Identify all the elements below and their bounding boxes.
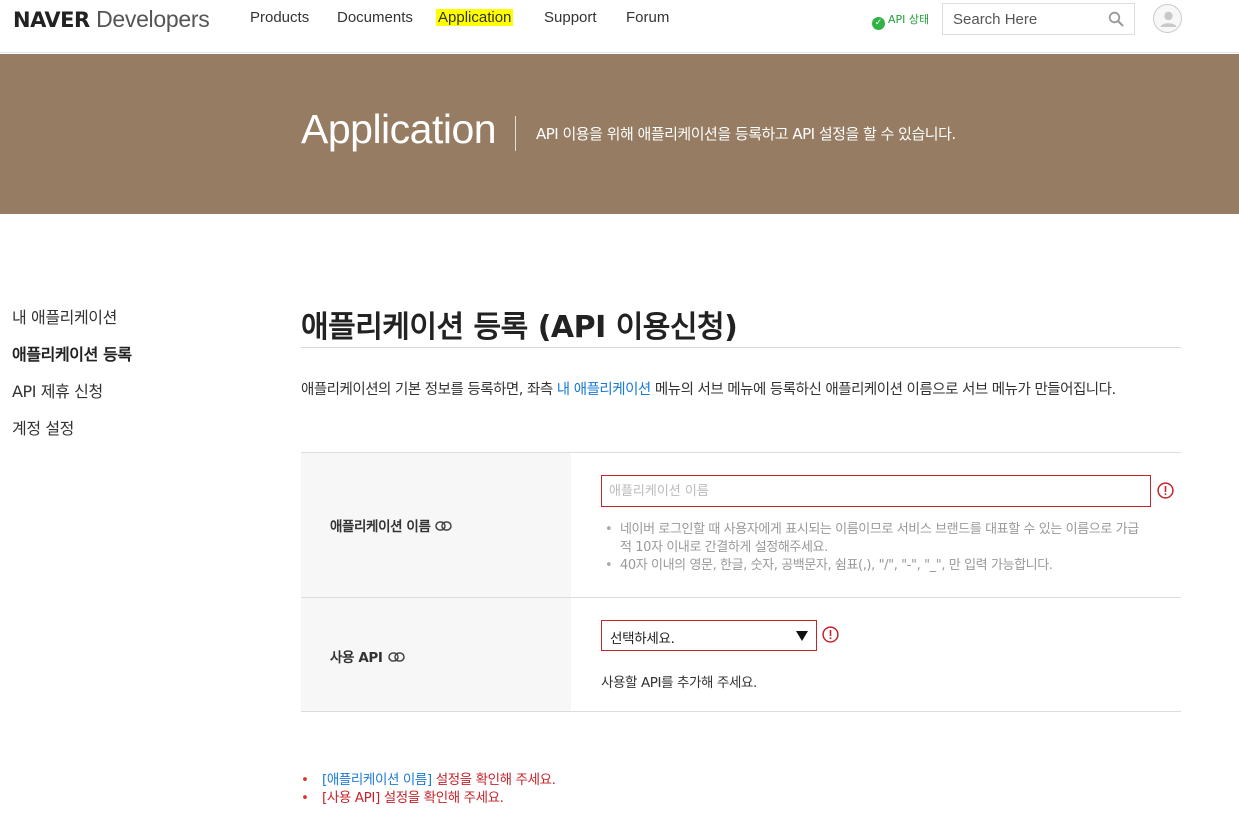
form-label-cell: 사용 API	[301, 598, 571, 711]
app-name-help-list: 네이버 로그인할 때 사용자에게 표시되는 이름이므로 서비스 브랜드를 대표할…	[605, 521, 1150, 575]
dropdown-arrow-icon	[796, 631, 808, 641]
error-icon	[822, 626, 839, 643]
form-row-app-name: 애플리케이션 이름 네이버 로그인할 때 사용자에게 표시되는 이름이므로 서비…	[301, 453, 1181, 598]
validation-error-item: [애플리케이션 이름] 설정을 확인해 주세요.	[301, 771, 556, 789]
error-field-use-api[interactable]: [사용 API]	[322, 790, 380, 806]
banner-title: Application	[301, 106, 497, 152]
form-row-use-api: 사용 API 선택하세요. 사용할 API를 추가해 주세요.	[301, 598, 1181, 712]
intro-after: 메뉴의 서브 메뉴에 등록하신 애플리케이션 이름으로 서브 메뉴가 만들어집니…	[650, 382, 1116, 398]
validation-error-list: [애플리케이션 이름] 설정을 확인해 주세요. [사용 API] 설정을 확인…	[301, 771, 556, 807]
use-api-label-text: 사용 API	[330, 650, 383, 666]
nav-forum[interactable]: Forum	[626, 9, 669, 26]
sidebar-item-account-settings[interactable]: 계정 설정	[12, 417, 132, 454]
app-name-label: 애플리케이션 이름	[330, 515, 453, 535]
app-name-input[interactable]	[601, 475, 1151, 507]
nav-support[interactable]: Support	[544, 9, 597, 26]
intro-before: 애플리케이션의 기본 정보를 등록하면, 좌측	[301, 382, 557, 398]
banner-divider	[515, 116, 516, 151]
banner-description: API 이용을 위해 애플리케이션을 등록하고 API 설정을 할 수 있습니다…	[536, 125, 956, 143]
form-label-cell: 애플리케이션 이름	[301, 453, 571, 597]
sidebar-item-my-applications[interactable]: 내 애플리케이션	[12, 306, 132, 343]
sidebar-item-register-application[interactable]: 애플리케이션 등록	[12, 343, 132, 380]
api-select-dropdown[interactable]: 선택하세요.	[601, 620, 817, 651]
naver-developers-logo[interactable]: NAVER Developers	[13, 6, 210, 33]
nav-documents[interactable]: Documents	[337, 9, 413, 26]
help-item: 40자 이내의 영문, 한글, 숫자, 공백문자, 쉼표(,), "/", "-…	[605, 557, 1150, 575]
page-title: 애플리케이션 등록 (API 이용신청)	[301, 310, 738, 345]
nav-application[interactable]: Application	[436, 9, 514, 26]
error-icon	[1157, 482, 1174, 499]
error-message: 설정을 확인해 주세요.	[431, 772, 556, 788]
logo-bold-text: NAVER	[13, 8, 90, 32]
app-name-label-text: 애플리케이션 이름	[330, 519, 431, 535]
user-avatar[interactable]	[1153, 4, 1182, 33]
page-banner: Application API 이용을 위해 애플리케이션을 등록하고 API …	[0, 54, 1239, 214]
side-menu: 내 애플리케이션 애플리케이션 등록 API 제휴 신청 계정 설정	[12, 306, 132, 454]
title-divider	[301, 347, 1181, 348]
logo-light-text: Developers	[96, 6, 210, 32]
use-api-label: 사용 API	[330, 646, 405, 666]
registration-form: 애플리케이션 이름 네이버 로그인할 때 사용자에게 표시되는 이름이므로 서비…	[301, 452, 1181, 712]
help-item: 네이버 로그인할 때 사용자에게 표시되는 이름이므로 서비스 브랜드를 대표할…	[605, 521, 1150, 557]
user-icon	[1160, 11, 1177, 27]
my-applications-link[interactable]: 내 애플리케이션	[557, 382, 652, 398]
api-status-label: API 상태	[888, 13, 930, 26]
api-hint-text: 사용할 API를 추가해 주세요.	[601, 675, 757, 691]
sidebar-item-api-partnership[interactable]: API 제휴 신청	[12, 380, 132, 417]
top-header: NAVER Developers Products Documents Appl…	[0, 0, 1239, 53]
search-input[interactable]	[943, 4, 1103, 34]
nav-products[interactable]: Products	[250, 9, 309, 26]
search-box	[942, 3, 1135, 35]
link-icon[interactable]	[387, 652, 405, 662]
check-circle-icon: ✓	[872, 17, 885, 30]
validation-error-item: [사용 API] 설정을 확인해 주세요.	[301, 789, 556, 807]
api-status-link[interactable]: ✓ API 상태	[872, 11, 929, 30]
link-icon[interactable]	[435, 521, 453, 531]
api-select-value: 선택하세요.	[610, 631, 675, 647]
error-field-app-name[interactable]: [애플리케이션 이름]	[322, 772, 432, 788]
intro-text: 애플리케이션의 기본 정보를 등록하면, 좌측 내 애플리케이션 메뉴의 서브 …	[301, 376, 1181, 404]
error-message: 설정을 확인해 주세요.	[379, 790, 504, 806]
search-icon[interactable]	[1108, 11, 1124, 27]
